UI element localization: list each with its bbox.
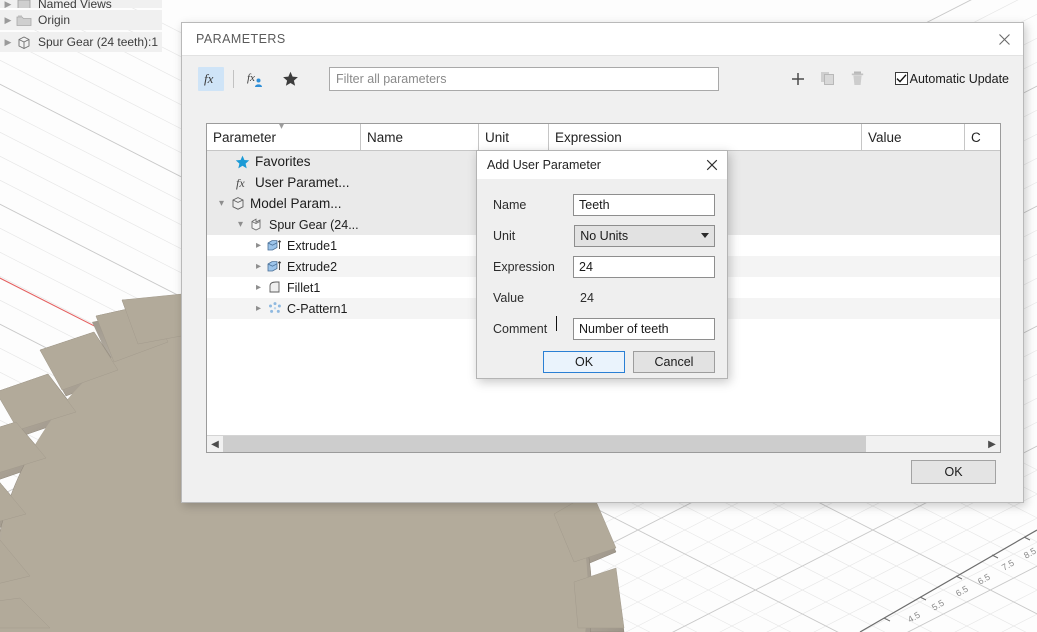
scroll-left-button[interactable]: ◀ [207,436,223,452]
field-row-expression: Expression [493,251,715,282]
value-readout: 24 [580,290,594,305]
chevron-right-icon[interactable]: ▸ [252,261,265,272]
browser-item-named-views[interactable]: ▶ Named Views [0,0,162,8]
chevron-right-icon[interactable]: ▸ [252,282,265,293]
browser-item-label: Origin [38,13,71,27]
ok-button[interactable]: OK [543,351,625,373]
fx-icon: fx [233,176,252,190]
svg-text:fx: fx [204,71,214,86]
column-header-expression[interactable]: Expression [549,124,862,150]
chevron-down-icon[interactable] [701,233,709,238]
unit-selected-value: No Units [580,228,629,243]
svg-text:fx: fx [236,176,245,190]
comment-field[interactable] [573,317,715,340]
automatic-update-checkbox[interactable]: Automatic Update [894,71,1009,86]
scrollbar-thumb[interactable] [223,436,867,452]
table-row-label: C-Pattern1 [287,301,348,316]
plus-icon[interactable] [783,66,813,92]
name-field[interactable] [573,193,715,216]
browser-item-origin[interactable]: ▶ Origin [0,10,162,30]
extrude-icon [265,238,284,253]
table-row-label: Spur Gear (24... [269,217,359,232]
chevron-down-icon: ▾ [279,123,285,132]
svg-text:fx: fx [247,72,255,84]
toolbar-divider [233,69,234,88]
browser-item-label: Named Views [38,0,112,8]
component-icon [14,35,34,50]
checkbox-box[interactable] [894,72,908,85]
chevron-right-icon[interactable]: ▸ [252,240,265,251]
expression-field[interactable] [573,255,715,278]
browser-tree[interactable]: ▶ Named Views ▶ Origin ▶ Spur Gear (24 t… [0,0,162,52]
column-header-unit[interactable]: Unit [479,124,549,150]
text-cursor [556,316,557,331]
unit-select[interactable]: No Units [574,224,715,247]
comment-label: Comment [493,321,548,336]
table-row-label: Extrude1 [287,238,338,253]
fx-user-icon[interactable]: fx [243,67,269,91]
browser-item-label: Spur Gear (24 teeth):1 [38,35,159,49]
scrollbar-track[interactable] [223,436,984,452]
field-row-unit: Unit No Units [493,220,715,251]
chevron-down-icon[interactable]: ▾ [215,198,228,209]
table-row-label: Extrude2 [287,259,338,274]
body-icon [228,196,247,211]
panel-ok-button[interactable]: OK [911,460,996,484]
chevron-right-icon[interactable]: ▶ [2,37,14,47]
scroll-right-button[interactable]: ▶ [984,436,1000,452]
views-icon [14,0,34,8]
value-label: Value [493,290,525,305]
table-row-label: User Paramet... [255,175,350,190]
table-row-label: Favorites [255,154,311,169]
parameters-titlebar: PARAMETERS [182,23,1023,56]
dialog-title: Add User Parameter [487,158,601,172]
column-header-parameter[interactable]: Parameter ▾ [207,124,361,150]
close-icon[interactable] [991,26,1017,52]
component-icon [247,217,266,232]
table-row-label: Model Param... [250,196,342,211]
fillet-icon [265,280,284,295]
field-row-name: Name [493,189,715,220]
folder-icon [14,14,34,27]
browser-item-spur-gear[interactable]: ▶ Spur Gear (24 teeth):1 [0,32,162,52]
parameters-toolbar[interactable]: fx fx Filter all parameters Automatic Up… [182,56,1023,101]
chevron-right-icon[interactable]: ▶ [2,15,14,25]
dialog-titlebar: Add User Parameter [477,151,727,179]
dialog-body[interactable]: Name Unit No Units Expression Value 24 C… [477,179,727,344]
automatic-update-label: Automatic Update [909,71,1009,86]
horizontal-scrollbar[interactable]: ◀ ▶ [207,435,1000,452]
column-header-comment[interactable]: C [965,124,1000,150]
unit-label: Unit [493,228,516,243]
expression-label: Expression [493,259,555,274]
dialog-button-row[interactable]: OK Cancel [477,344,727,373]
extrude-icon [265,259,284,274]
chevron-down-icon[interactable]: ▾ [234,219,247,230]
name-label: Name [493,197,527,212]
close-icon[interactable] [701,154,723,176]
add-user-parameter-dialog[interactable]: Add User Parameter Name Unit No Units [476,150,728,379]
column-header-name[interactable]: Name [361,124,479,150]
star-icon [233,155,252,169]
chevron-right-icon[interactable]: ▸ [252,303,265,314]
search-input[interactable] [329,66,719,91]
copy-icon[interactable] [813,66,843,92]
table-row-label: Fillet1 [287,280,321,295]
trash-icon[interactable] [843,66,873,92]
star-icon[interactable] [277,67,303,91]
cancel-button[interactable]: Cancel [633,351,715,373]
pattern-icon [265,301,284,316]
fx-icon[interactable]: fx [198,66,224,91]
column-header-value[interactable]: Value [862,124,965,150]
table-header-row: Parameter ▾ Name Unit Expression Value C [207,124,1000,151]
field-row-value: Value 24 [493,282,715,313]
panel-title: PARAMETERS [196,32,286,46]
field-row-comment: Comment [493,313,715,344]
chevron-right-icon[interactable]: ▶ [2,0,14,8]
